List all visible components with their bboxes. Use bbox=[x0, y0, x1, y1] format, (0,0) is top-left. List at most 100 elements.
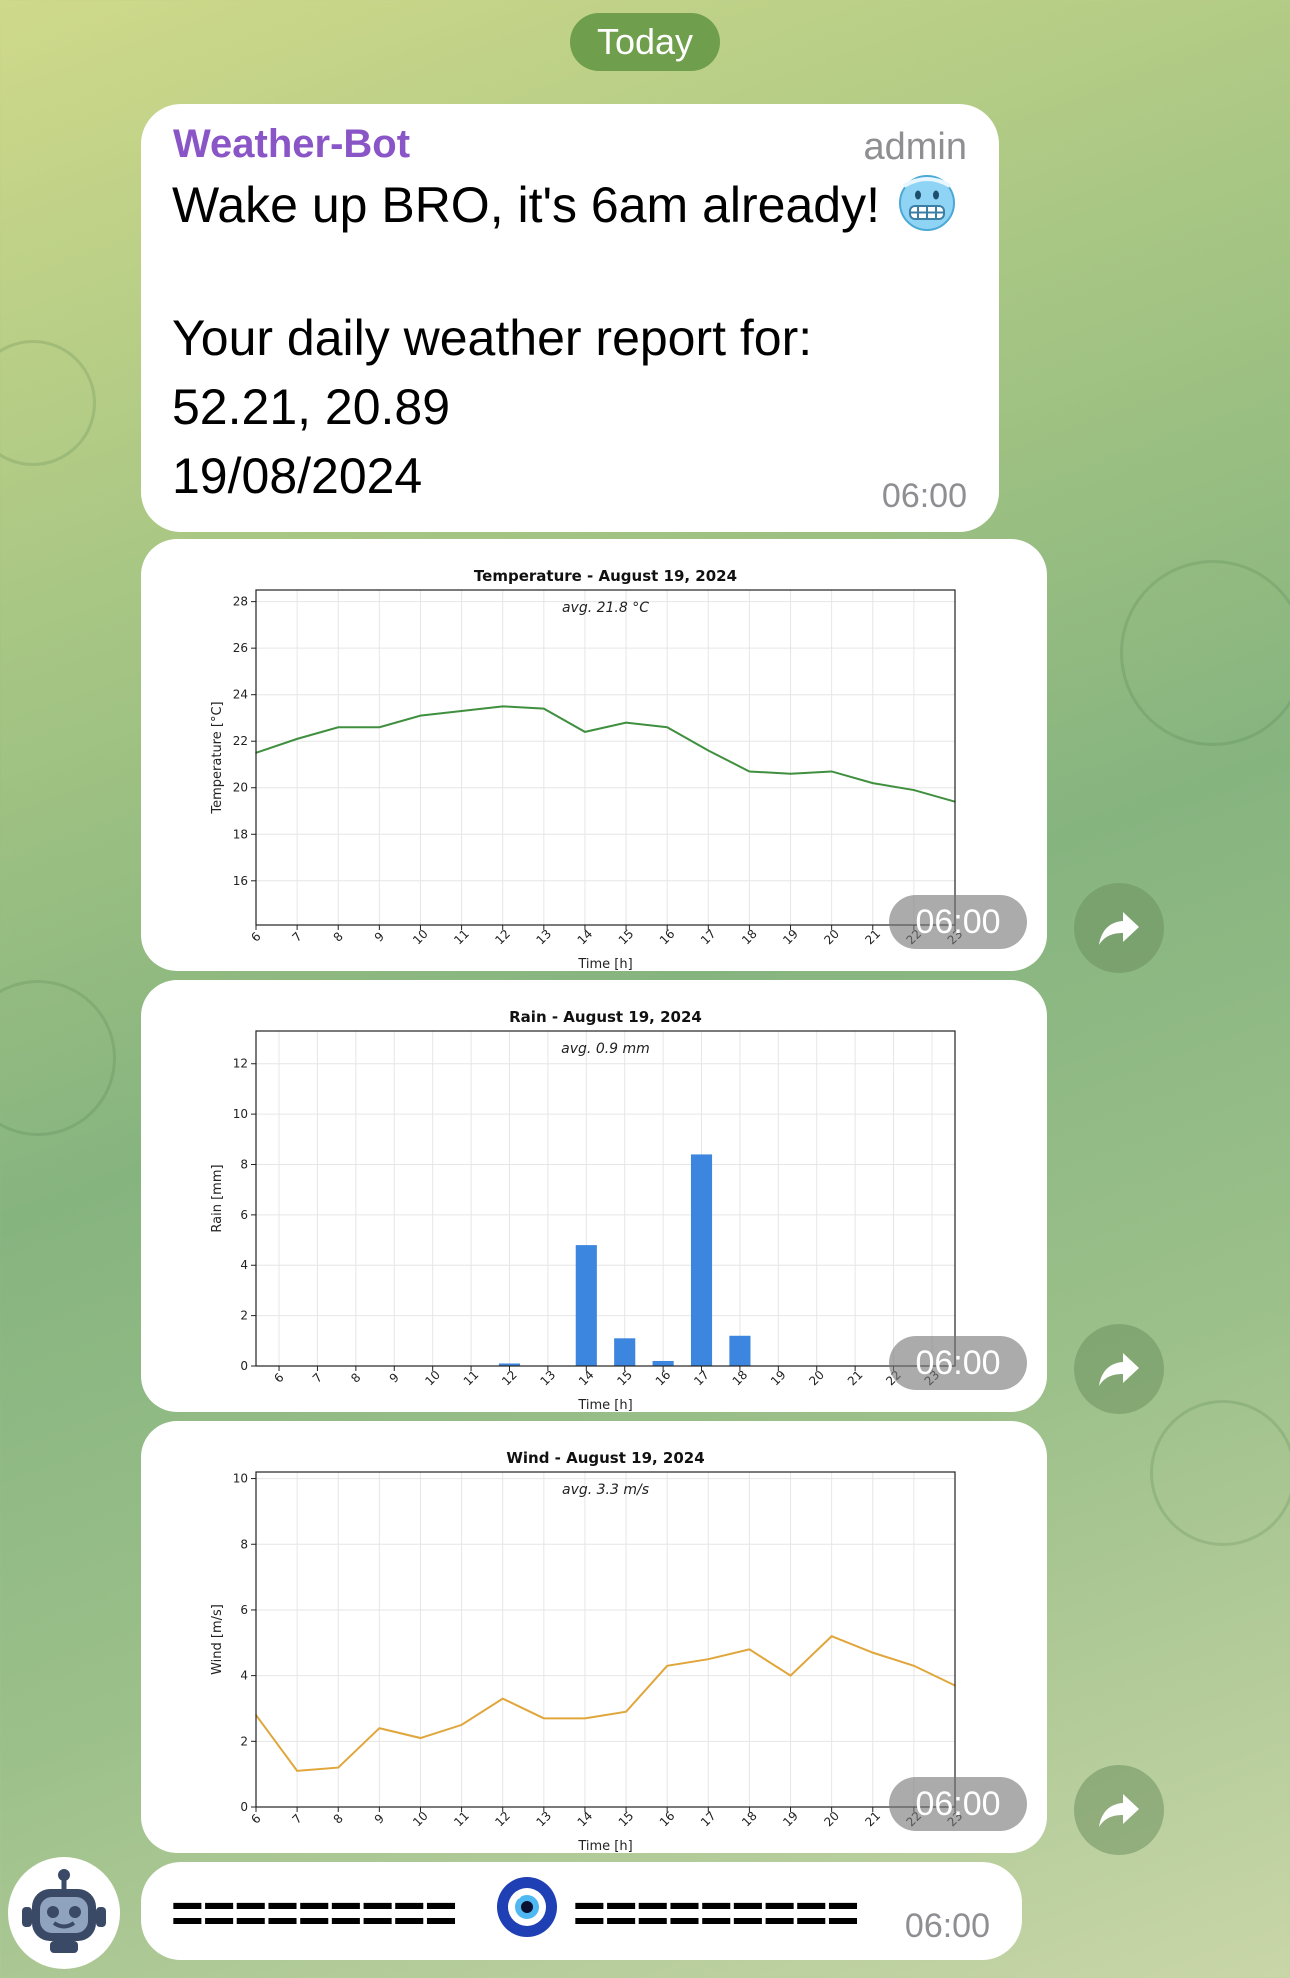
data-point bbox=[913, 1664, 915, 1667]
divider-left: ========= bbox=[171, 1881, 457, 1944]
data-point bbox=[337, 726, 340, 729]
y-tick-label: 10 bbox=[233, 1472, 248, 1486]
data-point bbox=[625, 721, 627, 724]
forward-button[interactable] bbox=[1074, 883, 1164, 973]
bot-avatar[interactable] bbox=[8, 1857, 120, 1969]
divider-message-bubble[interactable]: ========= ========= 06:00 bbox=[141, 1862, 1022, 1960]
message-line-coordinates: 52.21, 20.89 bbox=[172, 379, 451, 435]
x-tick-label: 21 bbox=[862, 1809, 883, 1830]
divider-right: ========= bbox=[573, 1881, 859, 1944]
x-tick-label: 6 bbox=[271, 1370, 286, 1385]
data-point bbox=[625, 1710, 627, 1713]
forward-button[interactable] bbox=[1074, 1765, 1164, 1855]
admin-badge: admin bbox=[863, 126, 968, 168]
data-point bbox=[501, 1697, 504, 1700]
y-tick-label: 10 bbox=[233, 1107, 248, 1121]
forward-icon bbox=[1099, 1353, 1139, 1386]
x-tick-label: 12 bbox=[492, 1809, 513, 1830]
x-tick-label: 17 bbox=[698, 927, 719, 948]
bar bbox=[690, 1154, 713, 1366]
x-tick-label: 16 bbox=[657, 1809, 678, 1830]
data-point bbox=[584, 1717, 586, 1720]
data-point bbox=[707, 749, 710, 752]
data-point bbox=[830, 770, 833, 773]
x-tick-label: 10 bbox=[410, 927, 431, 948]
y-tick-label: 2 bbox=[240, 1734, 248, 1748]
chart-annotation: avg. 3.3 m/s bbox=[562, 1482, 649, 1498]
y-tick-label: 0 bbox=[240, 1359, 248, 1373]
x-tick-label: 10 bbox=[422, 1368, 443, 1389]
x-tick-label: 16 bbox=[657, 927, 678, 948]
forward-icon bbox=[1099, 1794, 1139, 1827]
x-tick-label: 19 bbox=[780, 927, 801, 948]
x-tick-label: 15 bbox=[616, 927, 637, 948]
data-point bbox=[913, 789, 915, 791]
y-tick-label: 2 bbox=[240, 1309, 248, 1323]
x-tick-label: 20 bbox=[806, 1368, 827, 1389]
x-tick-label: 8 bbox=[331, 929, 346, 944]
x-tick-label: 17 bbox=[691, 1368, 712, 1389]
message-line-date: 19/08/2024 bbox=[172, 448, 423, 504]
x-tick-label: 15 bbox=[614, 1368, 635, 1389]
x-tick-label: 14 bbox=[575, 1809, 596, 1830]
x-tick-label: 14 bbox=[575, 927, 596, 948]
chart-annotation: avg. 0.9 mm bbox=[561, 1041, 650, 1057]
x-tick-label: 11 bbox=[451, 1809, 472, 1830]
rain-chart-bubble[interactable]: 0246810126789101112131415161718192021222… bbox=[141, 980, 1047, 1412]
bar bbox=[575, 1245, 597, 1366]
x-tick-label: 12 bbox=[499, 1368, 520, 1389]
x-tick-label: 11 bbox=[461, 1368, 482, 1389]
nazar-amulet-icon bbox=[496, 1876, 558, 1943]
y-tick-label: 0 bbox=[240, 1800, 248, 1814]
message-timestamp: 06:00 bbox=[881, 477, 967, 515]
bar bbox=[652, 1360, 674, 1366]
x-tick-label: 19 bbox=[780, 1809, 801, 1830]
data-point bbox=[707, 1658, 710, 1661]
date-separator: Today bbox=[570, 13, 720, 71]
chart-annotation: avg. 21.8 °C bbox=[562, 600, 649, 616]
temperature-chart-bubble[interactable]: 16 18 20 22 24 26 28 6 7 8 9 10 11 12 13 14 15 16 17 18 19 20… bbox=[141, 539, 1047, 971]
background-doodle bbox=[0, 980, 116, 1136]
forward-button[interactable] bbox=[1074, 1324, 1164, 1414]
message-line-report: Your daily weather report for: bbox=[172, 310, 813, 366]
data-point bbox=[378, 1727, 381, 1729]
y-tick-label: 8 bbox=[240, 1537, 248, 1551]
x-tick-label: 20 bbox=[821, 927, 842, 948]
background-doodle bbox=[1120, 560, 1290, 746]
x-tick-label: 16 bbox=[653, 1368, 674, 1389]
x-tick-label: 18 bbox=[730, 1368, 751, 1389]
data-point bbox=[871, 782, 874, 784]
message-bubble[interactable]: Weather-Bot admin Wake up BRO, it's 6am … bbox=[141, 104, 999, 532]
x-tick-label: 12 bbox=[492, 927, 513, 948]
x-tick-label: 9 bbox=[372, 1811, 387, 1826]
y-tick-label: 18 bbox=[233, 827, 248, 841]
x-tick-label: 19 bbox=[768, 1368, 789, 1389]
x-axis-label: Time [h] bbox=[577, 957, 632, 971]
data-point bbox=[789, 1674, 792, 1677]
data-point bbox=[296, 738, 298, 740]
data-point bbox=[871, 1651, 874, 1654]
wind-chart-bubble[interactable]: 024681067891011121314151617181920212223W… bbox=[141, 1421, 1047, 1853]
sender-name[interactable]: Weather-Bot bbox=[173, 122, 410, 167]
message-line-wake: Wake up BRO, it's 6am already! bbox=[172, 174, 956, 244]
x-tick-label: 21 bbox=[862, 927, 883, 948]
data-point bbox=[501, 705, 504, 708]
x-tick-label: 18 bbox=[739, 927, 760, 948]
data-point bbox=[337, 1766, 340, 1769]
x-tick-label: 6 bbox=[248, 1811, 263, 1826]
plot-area bbox=[256, 590, 955, 925]
background-doodle bbox=[1150, 1400, 1290, 1546]
x-tick-label: 11 bbox=[451, 927, 472, 948]
data-point bbox=[419, 714, 422, 717]
y-tick-label: 12 bbox=[233, 1057, 248, 1071]
chart-title: Rain - August 19, 2024 bbox=[509, 1008, 702, 1026]
y-tick-label: 6 bbox=[240, 1603, 248, 1617]
bar bbox=[614, 1338, 636, 1366]
data-point bbox=[419, 1737, 422, 1739]
y-axis-label: Wind [m/s] bbox=[210, 1604, 225, 1675]
chart-timestamp: 06:00 bbox=[889, 1777, 1027, 1831]
x-tick-label: 20 bbox=[821, 1809, 842, 1830]
background-doodle bbox=[0, 340, 96, 466]
message-timestamp: 06:00 bbox=[904, 1907, 990, 1945]
y-tick-label: 6 bbox=[240, 1208, 248, 1222]
